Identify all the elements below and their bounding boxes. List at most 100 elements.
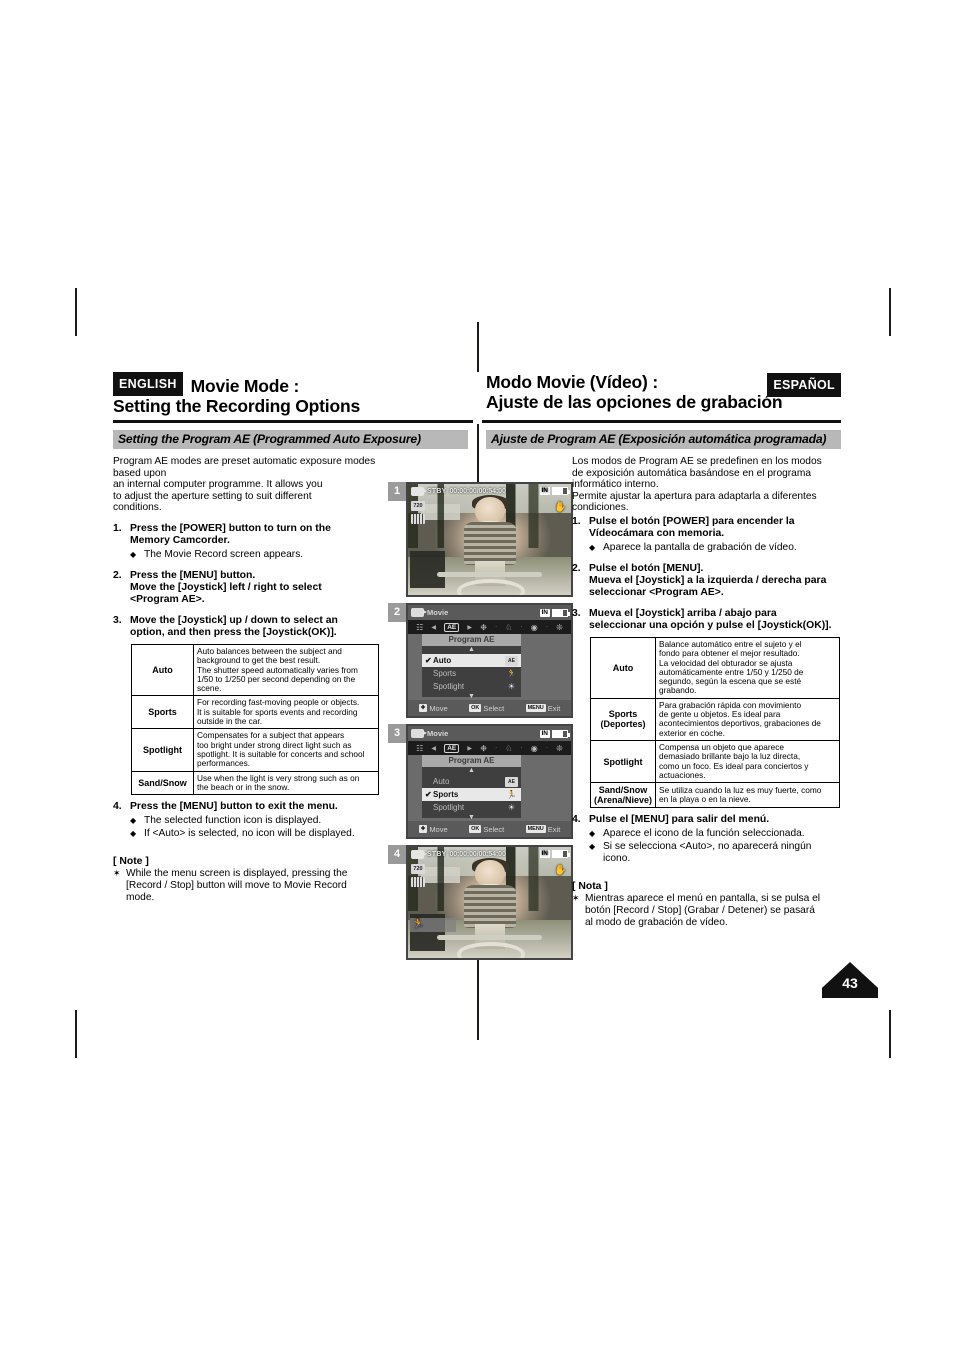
focus-icon[interactable]: ◉: [531, 744, 538, 753]
desc-line: grabando.: [659, 685, 697, 696]
menu-item-sports[interactable]: Sports 🏃: [422, 667, 521, 680]
note-bullet-icon: ✶: [572, 893, 580, 904]
manual-page: ENGLISH Movie Mode : Setting the Recordin…: [113, 370, 841, 992]
menu-item-label: Sports: [433, 669, 457, 678]
osd-status-bar: STBY 00:00:00/00:54:00 IN: [408, 484, 571, 498]
note-line: [Record / Stop] button will move to Movi…: [126, 880, 347, 892]
submenu-list[interactable]: ▲ ✔ Auto AE Sports 🏃 Spotlight ☀ ▼: [422, 646, 521, 700]
menu-item-label: Auto: [433, 777, 450, 786]
menu-icon-row[interactable]: ☷ ◀ AE ▶ ❉ · ♘ · ◉ · ❊: [408, 741, 571, 755]
menu-item-auto[interactable]: Auto AE: [422, 775, 521, 788]
note-line: mode.: [126, 891, 155, 903]
step-item: 1. Pulse el botón [POWER] para encender …: [572, 516, 841, 554]
step-number: 2.: [113, 569, 122, 581]
scroll-up-icon[interactable]: ▲: [422, 767, 521, 775]
step-number: 4.: [113, 801, 122, 813]
menu-title-right: IN: [539, 608, 570, 617]
check-icon: ✔: [425, 790, 432, 799]
auto-ae-icon: AE: [505, 776, 518, 787]
bullet-item: ◆ The Movie Record screen appears.: [130, 549, 395, 561]
bls-icon[interactable]: ♘: [505, 744, 512, 753]
step-heading: Pulse el [MENU] para salir del menú.: [589, 814, 841, 826]
resolution-icon[interactable]: ☷: [416, 744, 423, 753]
dot-separator-icon: ·: [545, 624, 548, 630]
option-description: Compensates for a subject that appears t…: [193, 728, 379, 772]
bullet-line: Si se selecciona <Auto>, no aparecerá ni…: [603, 840, 812, 852]
hint-label: Move: [429, 703, 448, 713]
photo-child-torso: [464, 885, 517, 928]
camcorder-icon: [411, 608, 427, 617]
digital-effect-icon[interactable]: ❊: [556, 623, 563, 632]
resolution-icon[interactable]: ☷: [416, 623, 423, 632]
camcorder-screen-record: STBY 00:00:00/00:54:00 IN 720 ✋: [406, 482, 573, 597]
hint-select: OK Select: [469, 704, 504, 713]
osd-left-icons: 720: [411, 864, 425, 887]
step-badge-4: 4: [388, 845, 406, 864]
bls-icon[interactable]: ♘: [505, 623, 512, 632]
header-rule-gap: [473, 372, 482, 424]
header-english: ENGLISH Movie Mode : Setting the Recordin…: [113, 372, 468, 416]
table-row: Sports (Deportes) Para grabación rápida …: [589, 697, 840, 741]
submenu-list[interactable]: ▲ Auto AE ✔ Sports 🏃 Spotlight ☀ ▼: [422, 767, 521, 821]
step-bullets: ◆ Aparece la pantalla de grabación de ví…: [589, 542, 841, 554]
note-line: botón [Record / Stop] (Grabar / Detener)…: [585, 905, 815, 917]
step-number: 1.: [572, 515, 581, 527]
white-balance-icon[interactable]: ❉: [480, 744, 487, 753]
note-row: ✶ Mientras aparece el menú en pantalla, …: [572, 893, 841, 928]
timecode-label: 00:00:00/00:54:00: [449, 850, 506, 858]
camcorder-screen-record-sports: STBY 00:00:00/00:54:00 IN 720 ✋ 🏃: [406, 845, 573, 960]
white-balance-icon[interactable]: ❉: [480, 623, 487, 632]
bullet-item: ◆ The selected function icon is displaye…: [130, 815, 395, 827]
step-line: Memory Camcorder.: [130, 534, 230, 546]
intro-line: Program AE modes are preset automatic ex…: [113, 456, 376, 479]
note-line: While the menu screen is displayed, pres…: [126, 868, 348, 880]
menu-item-auto[interactable]: ✔ Auto AE: [422, 654, 521, 667]
english-column: Program AE modes are preset automatic ex…: [113, 456, 395, 904]
viewfinder-photo: [408, 847, 571, 958]
menu-item-sports[interactable]: ✔ Sports 🏃: [422, 788, 521, 801]
step-number: 1.: [113, 522, 122, 534]
intro-line: condiciones.: [572, 502, 629, 514]
screenshot-3: 3 Movie IN ☷ ◀ AE ▶ ❉ · ♘ · ◉ · ❊ Progra…: [388, 724, 574, 844]
option-description: Para grabación rápida con movimiento de …: [655, 697, 840, 741]
menu-item-spotlight[interactable]: Spotlight ☀: [422, 680, 521, 693]
battery-icon: [552, 487, 570, 495]
table-row: Spotlight Compensates for a subject that…: [131, 728, 379, 772]
table-row: Sand/Snow (Arena/Nieve) Se utiliza cuand…: [589, 782, 840, 809]
section-subtitle-bars: Setting the Program AE (Programmed Auto …: [113, 430, 841, 449]
step-badge-1: 1: [388, 482, 406, 501]
english-steps: 1. Press the [POWER] button to turn on t…: [113, 523, 395, 639]
option-name-cell: Sand/Snow (Arena/Nieve): [589, 782, 657, 809]
dot-separator-icon: ·: [520, 745, 523, 751]
scroll-up-icon[interactable]: ▲: [422, 646, 521, 654]
sports-icon: 🏃: [506, 789, 517, 799]
bullet-item: ◆ Aparece el icono de la función selecci…: [589, 828, 841, 840]
bullet-item: ◆ Si se selecciona <Auto>, no aparecerá …: [589, 841, 841, 865]
step-line: Pulse el [MENU] para salir del menú.: [589, 814, 770, 826]
step-item: 2. Press the [MENU] button. Move the [Jo…: [113, 570, 395, 606]
program-ae-icon[interactable]: AE: [444, 743, 460, 753]
menu-icon-row[interactable]: ☷ ◀ AE ▶ ❉ · ♘ · ◉ · ❊: [408, 620, 571, 634]
osd-status-right: IN: [539, 850, 570, 858]
digital-effect-icon[interactable]: ❊: [556, 744, 563, 753]
step-heading: Pulse el botón [POWER] para encender la …: [589, 516, 841, 540]
table-row: Auto Balance automático entre el sujeto …: [589, 636, 840, 699]
internal-memory-badge: IN: [539, 487, 550, 495]
crop-mark-bottom-right: [889, 1010, 891, 1058]
focus-icon[interactable]: ◉: [531, 623, 538, 632]
step-heading: Pulse el botón [MENU]. Mueva el [Joystic…: [589, 563, 841, 599]
spotlight-icon: ☀: [507, 802, 516, 812]
step-line: Move the [Joystick] left / right to sele…: [130, 581, 322, 593]
program-ae-icon[interactable]: AE: [444, 622, 460, 632]
desc-line: performances.: [197, 758, 251, 769]
table-row: Auto Auto balances between the subject a…: [131, 643, 379, 697]
screenshot-2: 2 Movie IN ☷ ◀ AE ▶ ❉ · ♘ · ◉ · ❊ Progra…: [388, 603, 574, 723]
quality-icon: [411, 514, 425, 524]
hint-label: Exit: [547, 824, 561, 834]
dot-separator-icon: ·: [520, 624, 523, 630]
step-heading: Press the [MENU] button. Move the [Joyst…: [130, 570, 395, 606]
desc-line: exterior en coche.: [659, 727, 725, 738]
table-row: Spotlight Compensa un objeto que aparece…: [589, 739, 840, 784]
menu-item-spotlight[interactable]: Spotlight ☀: [422, 801, 521, 814]
step-bullets: ◆ The Movie Record screen appears.: [130, 549, 395, 561]
